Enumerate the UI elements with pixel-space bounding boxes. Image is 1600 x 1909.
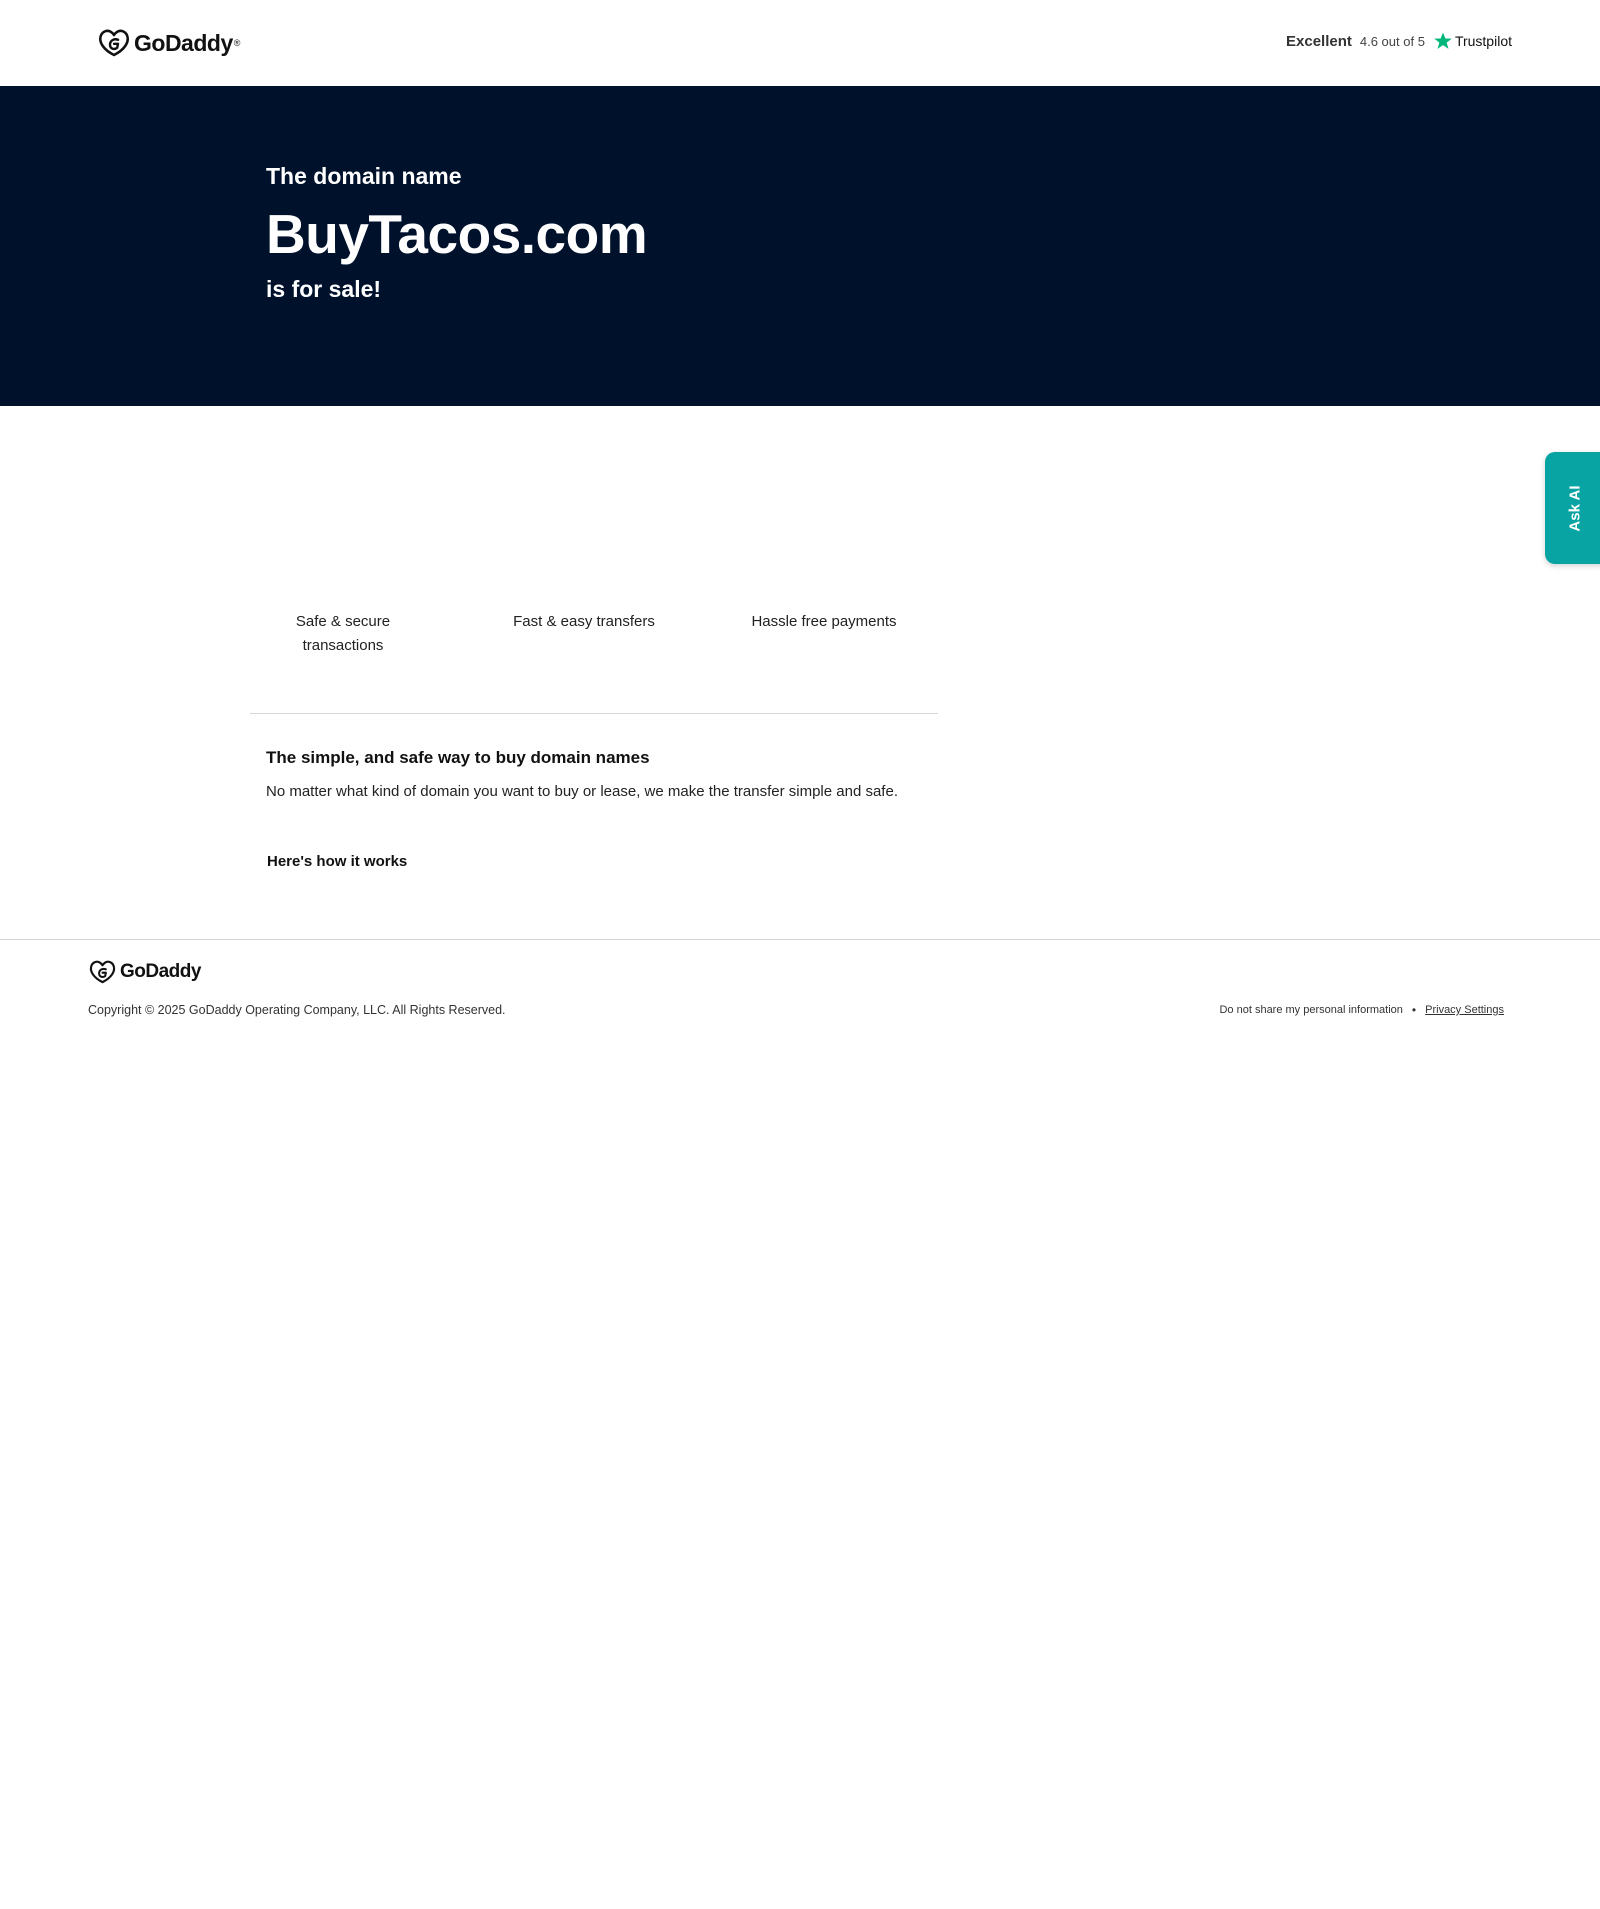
privacy-settings-link[interactable]: Privacy Settings xyxy=(1425,1004,1504,1016)
trustpilot-rating[interactable]: Excellent 4.6 out of 5 Trustpilot xyxy=(1286,31,1512,51)
ask-ai-button[interactable]: Ask AI xyxy=(1545,452,1600,564)
do-not-share-link[interactable]: Do not share my personal information xyxy=(1219,1004,1402,1016)
trustpilot-score: 4.6 out of 5 xyxy=(1359,33,1425,49)
hero-pre-title: The domain name xyxy=(266,163,462,189)
info-title: The simple, and safe way to buy domain n… xyxy=(266,748,650,767)
trustpilot-label: Excellent xyxy=(1286,32,1352,50)
hero-banner: The domain name BuyTacos.com is for sale… xyxy=(0,86,1600,406)
feature-hassle-free: Hassle free payments xyxy=(751,613,897,630)
trustpilot-brand: Trustpilot xyxy=(1454,33,1512,49)
content-divider xyxy=(250,713,938,714)
godaddy-heart-icon xyxy=(99,29,129,57)
feature-fast-transfers: Fast & easy transfers xyxy=(513,613,655,630)
feature-safe-secure: Safe & secure transactions xyxy=(295,613,391,654)
domain-name-heading: BuyTacos.com xyxy=(266,203,648,265)
top-header: GoDaddy ® Excellent 4.6 out of 5 Trustpil… xyxy=(0,0,1600,86)
godaddy-logo[interactable]: GoDaddy ® xyxy=(98,28,240,58)
footer-legal-links: Do not share my personal information • P… xyxy=(1219,1003,1504,1017)
ask-ai-label: Ask AI xyxy=(1566,484,1584,532)
trustpilot-star-icon xyxy=(1434,32,1452,49)
legal-separator: • xyxy=(1411,1003,1417,1017)
how-it-works-link[interactable]: Here's how it works xyxy=(267,853,407,870)
trademark-symbol: ® xyxy=(233,38,241,48)
hero-post-title: is for sale! xyxy=(266,276,382,302)
footer-divider xyxy=(0,939,1600,940)
copyright-text: Copyright © 2025 GoDaddy Operating Compa… xyxy=(88,1003,506,1017)
footer-godaddy-logo[interactable]: GoDaddy xyxy=(89,959,201,985)
godaddy-heart-icon xyxy=(89,960,116,984)
info-body: No matter what kind of domain you want t… xyxy=(266,783,898,800)
godaddy-wordmark: GoDaddy xyxy=(134,29,233,56)
footer-godaddy-wordmark: GoDaddy xyxy=(120,961,201,982)
